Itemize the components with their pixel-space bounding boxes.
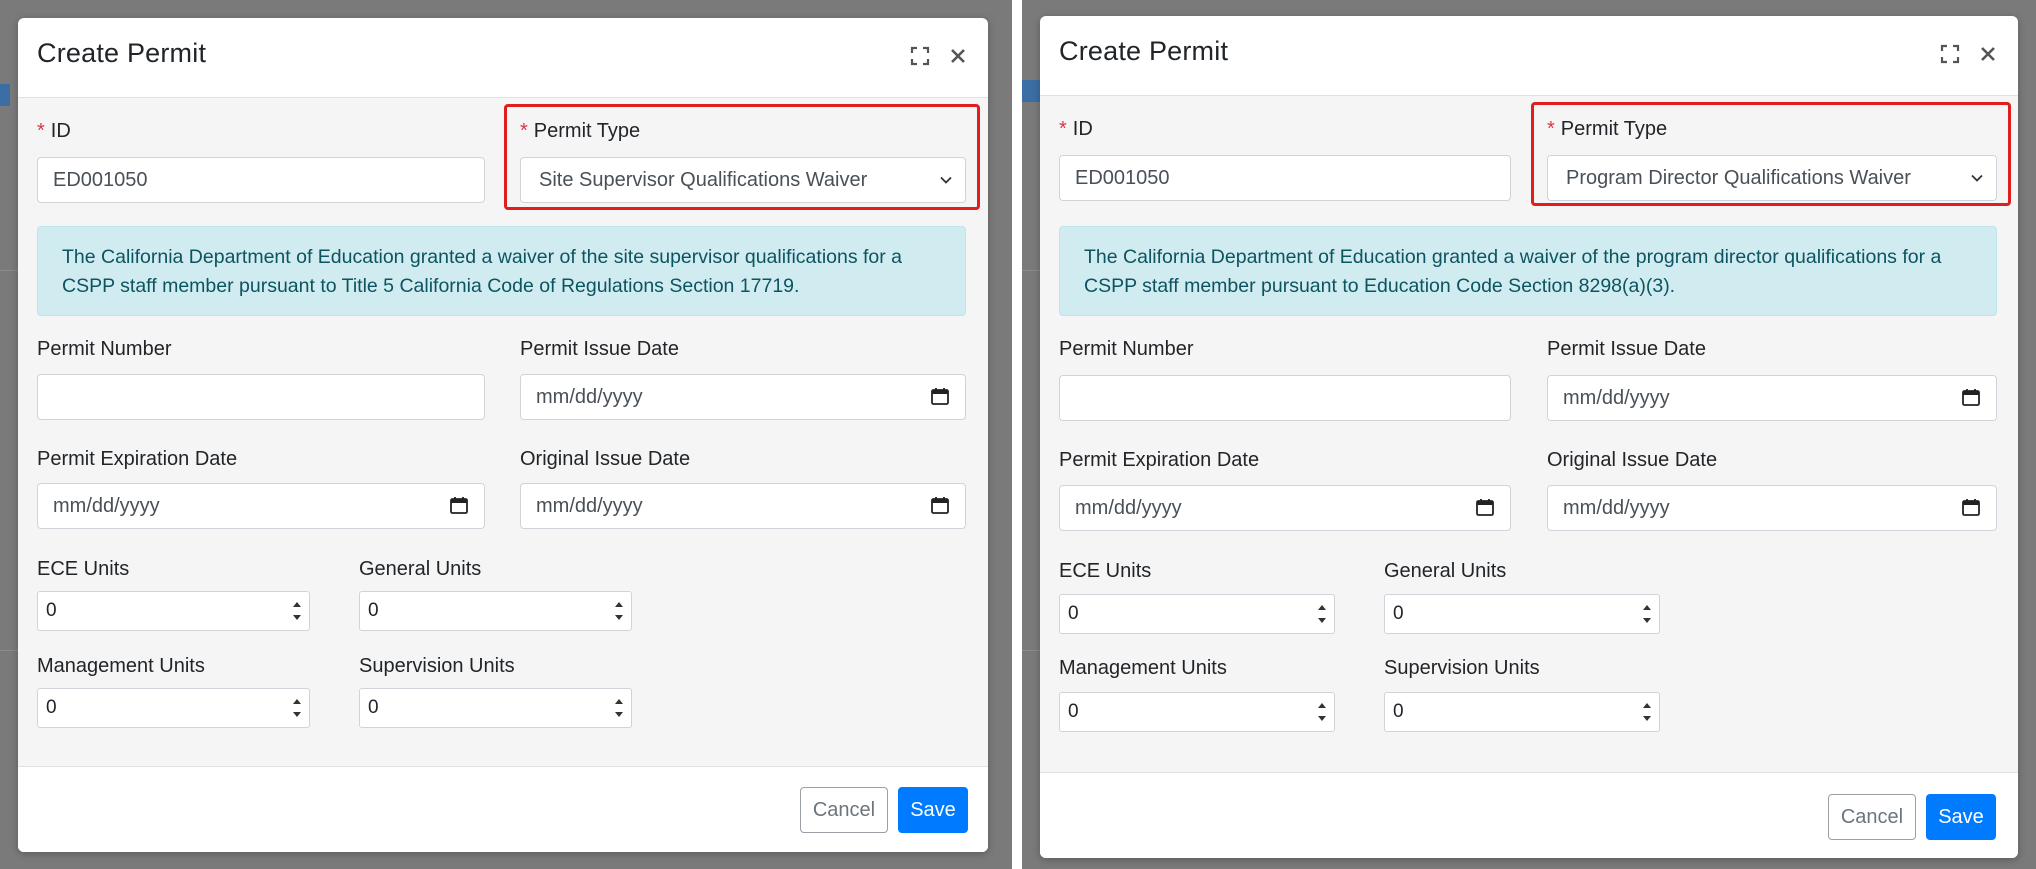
left-screenshot-pane: Create Permit * ID ED001050 * Permit Type …: [0, 0, 1012, 869]
permit-expiration-date-placeholder: mm/dd/yyyy: [53, 495, 160, 517]
close-icon[interactable]: [1976, 42, 2000, 66]
background-divider: [0, 650, 18, 651]
supervision-units-input[interactable]: 0: [359, 688, 632, 728]
expand-icon[interactable]: [908, 44, 932, 68]
general-units-input[interactable]: 0: [1384, 594, 1660, 634]
permit-number-input[interactable]: [1059, 375, 1511, 421]
permit-number-input[interactable]: [37, 374, 485, 420]
modal-title: Create Permit: [1059, 36, 1229, 66]
permit-type-info-alert: The California Department of Education g…: [37, 226, 966, 316]
permit-issue-date-input[interactable]: mm/dd/yyyy: [520, 374, 966, 420]
permit-issue-date-label: Permit Issue Date: [520, 338, 679, 360]
modal-body: * ID ED001050 * Permit Type Site Superviso…: [18, 98, 988, 766]
create-permit-modal: Create Permit * ID ED001050 * Permit Type …: [1040, 16, 2018, 858]
general-units-input[interactable]: 0: [359, 591, 632, 631]
create-permit-modal: Create Permit * ID ED001050 * Permit Type …: [18, 18, 988, 852]
permit-expiration-date-label: Permit Expiration Date: [37, 448, 238, 470]
modal-header: Create Permit: [1040, 16, 2018, 96]
calendar-icon[interactable]: [449, 495, 469, 515]
permit-type-info-alert: The California Department of Education g…: [1059, 226, 1997, 316]
id-input[interactable]: ED001050: [37, 157, 485, 203]
ece-units-label: ECE Units: [1059, 560, 1152, 582]
spinner-arrows-icon[interactable]: [291, 693, 303, 723]
ece-units-value: 0: [1068, 603, 1079, 624]
ece-units-label: ECE Units: [37, 558, 130, 580]
id-label: * ID: [37, 120, 71, 142]
general-units-label: General Units: [359, 558, 482, 580]
right-screenshot-pane: Create Permit * ID ED001050 * Permit Type …: [1022, 0, 2036, 869]
management-units-label: Management Units: [1059, 657, 1227, 679]
general-units-label: General Units: [1384, 560, 1507, 582]
ece-units-value: 0: [46, 600, 57, 621]
original-issue-date-label: Original Issue Date: [520, 448, 691, 470]
original-issue-date-input[interactable]: mm/dd/yyyy: [1547, 485, 1997, 531]
save-button[interactable]: Save: [898, 787, 968, 833]
permit-expiration-date-input[interactable]: mm/dd/yyyy: [37, 483, 485, 529]
spinner-arrows-icon[interactable]: [613, 596, 625, 626]
supervision-units-input[interactable]: 0: [1384, 692, 1660, 732]
calendar-icon[interactable]: [1961, 497, 1981, 517]
background-blue-button: [1022, 80, 1040, 102]
background-blue-button: [0, 84, 10, 106]
original-issue-date-label: Original Issue Date: [1547, 449, 1718, 471]
spinner-arrows-icon[interactable]: [1641, 599, 1653, 629]
modal-footer: Cancel Save: [1040, 772, 2018, 858]
modal-footer: Cancel Save: [18, 766, 988, 852]
original-issue-date-placeholder: mm/dd/yyyy: [1563, 497, 1670, 519]
expand-icon[interactable]: [1938, 42, 1962, 66]
id-label: * ID: [1059, 118, 1093, 140]
supervision-units-value: 0: [1393, 701, 1404, 722]
calendar-icon[interactable]: [1961, 387, 1981, 407]
spinner-arrows-icon[interactable]: [1316, 697, 1328, 727]
general-units-value: 0: [1393, 603, 1404, 624]
original-issue-date-placeholder: mm/dd/yyyy: [536, 495, 643, 517]
permit-number-label: Permit Number: [1059, 338, 1194, 360]
supervision-units-value: 0: [368, 697, 379, 718]
calendar-icon[interactable]: [930, 495, 950, 515]
close-icon[interactable]: [946, 44, 970, 68]
permit-issue-date-placeholder: mm/dd/yyyy: [1563, 387, 1670, 409]
permit-expiration-date-input[interactable]: mm/dd/yyyy: [1059, 485, 1511, 531]
permit-issue-date-placeholder: mm/dd/yyyy: [536, 386, 643, 408]
ece-units-input[interactable]: 0: [37, 591, 310, 631]
spinner-arrows-icon[interactable]: [1316, 599, 1328, 629]
management-units-label: Management Units: [37, 655, 205, 677]
ece-units-input[interactable]: 0: [1059, 594, 1335, 634]
management-units-value: 0: [46, 697, 57, 718]
modal-body: * ID ED001050 * Permit Type Program Direct…: [1040, 96, 2018, 772]
spinner-arrows-icon[interactable]: [291, 596, 303, 626]
permit-expiration-date-label: Permit Expiration Date: [1059, 449, 1260, 471]
background-divider: [1022, 650, 1040, 651]
permit-number-label: Permit Number: [37, 338, 172, 360]
original-issue-date-input[interactable]: mm/dd/yyyy: [520, 483, 966, 529]
spinner-arrows-icon[interactable]: [613, 693, 625, 723]
background-divider: [0, 270, 18, 271]
id-input[interactable]: ED001050: [1059, 155, 1511, 201]
modal-title: Create Permit: [37, 38, 207, 68]
general-units-value: 0: [368, 600, 379, 621]
calendar-icon[interactable]: [930, 386, 950, 406]
permit-issue-date-input[interactable]: mm/dd/yyyy: [1547, 375, 1997, 421]
management-units-input[interactable]: 0: [1059, 692, 1335, 732]
calendar-icon[interactable]: [1475, 497, 1495, 517]
permit-type-highlight: [1531, 102, 2011, 206]
cancel-button[interactable]: Cancel: [800, 787, 888, 833]
permit-issue-date-label: Permit Issue Date: [1547, 338, 1706, 360]
spinner-arrows-icon[interactable]: [1641, 697, 1653, 727]
save-button[interactable]: Save: [1926, 794, 1996, 840]
cancel-button[interactable]: Cancel: [1828, 794, 1916, 840]
supervision-units-label: Supervision Units: [359, 655, 515, 677]
management-units-input[interactable]: 0: [37, 688, 310, 728]
supervision-units-label: Supervision Units: [1384, 657, 1540, 679]
background-divider: [1022, 270, 1040, 271]
modal-header: Create Permit: [18, 18, 988, 98]
permit-expiration-date-placeholder: mm/dd/yyyy: [1075, 497, 1182, 519]
permit-type-highlight: [504, 104, 980, 210]
management-units-value: 0: [1068, 701, 1079, 722]
